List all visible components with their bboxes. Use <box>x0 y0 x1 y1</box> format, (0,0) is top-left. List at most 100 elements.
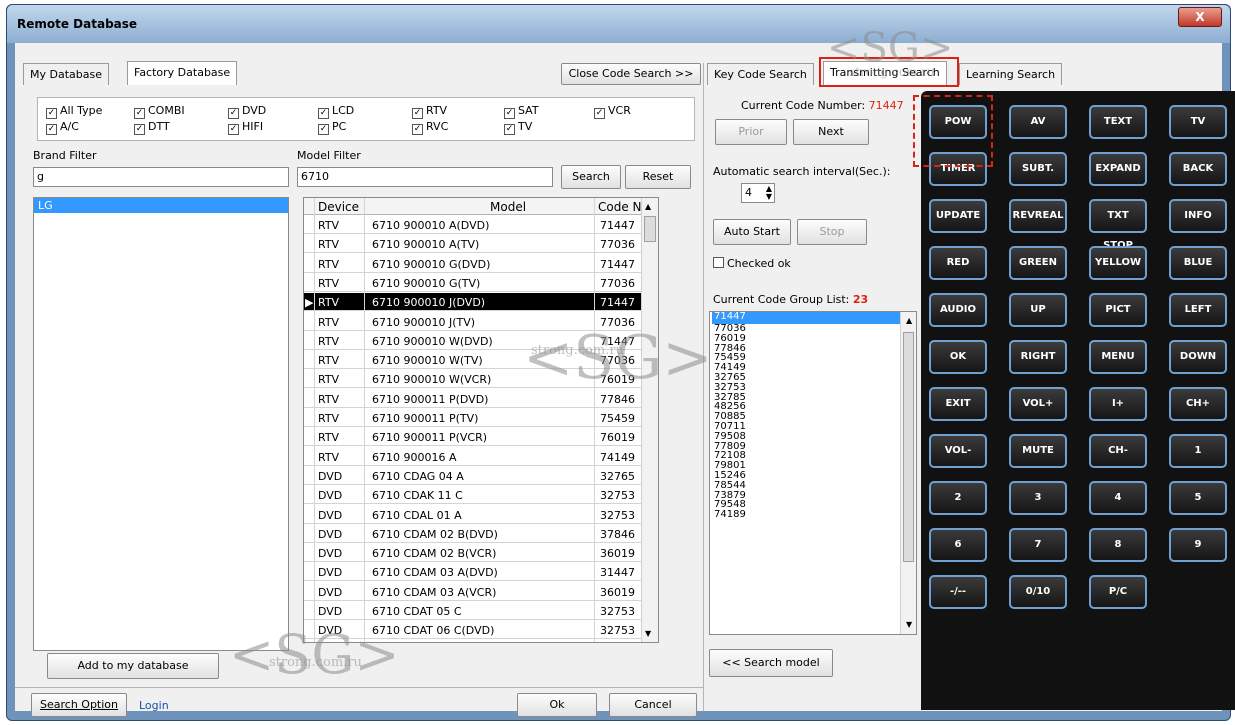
remote-key-menu[interactable]: MENU <box>1089 340 1147 374</box>
remote-key-9[interactable]: 9 <box>1169 528 1227 562</box>
auto-start-button[interactable]: Auto Start <box>713 219 791 245</box>
table-row[interactable]: RTV 6710 900010 A(TV) 77036 <box>304 235 658 254</box>
remote-key-5[interactable]: 5 <box>1169 481 1227 515</box>
remote-key-yellow[interactable]: YELLOW <box>1089 246 1147 280</box>
type-checkbox[interactable]: ✓ RVC <box>412 120 448 135</box>
remote-key-blue[interactable]: BLUE <box>1169 246 1227 280</box>
table-row[interactable]: DVD 6710 CDAL 01 A 32753 <box>304 506 658 524</box>
type-checkbox[interactable]: ✓ DVD <box>228 104 266 119</box>
tab-factory-database[interactable]: Factory Database <box>127 61 238 85</box>
search-button[interactable]: Search <box>561 165 621 189</box>
table-row[interactable]: DVD 6710 CDAM 03 A(DVD) 31447 <box>304 563 658 582</box>
model-filter-input[interactable]: 6710 <box>297 167 553 187</box>
prior-button[interactable]: Prior <box>715 119 787 145</box>
remote-key-4[interactable]: 4 <box>1089 481 1147 515</box>
remote-key-down[interactable]: DOWN <box>1169 340 1227 374</box>
remote-key-av[interactable]: AV <box>1009 105 1067 139</box>
scroll-down-icon[interactable]: ▼ <box>645 629 651 638</box>
remote-key-right[interactable]: RIGHT <box>1009 340 1067 374</box>
add-to-my-database-button[interactable]: Add to my database <box>47 653 219 679</box>
table-row[interactable]: RTV 6710 900011 P(TV) 75459 <box>304 409 658 427</box>
search-option-button[interactable]: Search Option <box>31 693 127 717</box>
table-row[interactable]: RTV 6710 900016 A 74149 <box>304 448 658 466</box>
login-link[interactable]: Login <box>139 699 169 712</box>
code-list-scrollbar[interactable]: ▲ ▼ <box>900 312 916 634</box>
remote-key-3[interactable]: 3 <box>1009 481 1067 515</box>
column-header-model[interactable]: Model <box>490 200 526 214</box>
remote-key-revreal[interactable]: REVREAL <box>1009 199 1067 233</box>
table-row[interactable]: DVD 6710 CDAK 11 C 32753 <box>304 486 658 505</box>
remote-key-info[interactable]: INFO <box>1169 199 1227 233</box>
type-checkbox[interactable]: ✓ LCD <box>318 104 354 119</box>
remote-key-6[interactable]: 6 <box>929 528 987 562</box>
close-button[interactable]: X <box>1178 7 1222 27</box>
remote-key-subt-[interactable]: SUBT. <box>1009 152 1067 186</box>
stop-button[interactable]: Stop <box>797 219 867 245</box>
remote-key-8[interactable]: 8 <box>1089 528 1147 562</box>
tab-learning-search[interactable]: Learning Search <box>959 63 1063 85</box>
table-row[interactable]: DVD 6710 CDAM 02 B(DVD) 37846 <box>304 525 658 543</box>
model-table[interactable]: Device Model Code NO RTV 6710 900010 A(DV… <box>303 197 659 643</box>
remote-key--[interactable]: -/-- <box>929 575 987 609</box>
table-row[interactable]: ▶ RTV 6710 900010 J(DVD) 71447 <box>304 293 658 312</box>
table-scrollbar[interactable]: ▲ ▼ <box>641 198 658 642</box>
type-checkbox[interactable]: ✓ All Type <box>46 104 102 119</box>
code-list-item[interactable]: 74189 <box>712 510 916 520</box>
remote-key-p-c[interactable]: P/C <box>1089 575 1147 609</box>
remote-key-pict[interactable]: PICT <box>1089 293 1147 327</box>
scrollbar-thumb[interactable] <box>644 216 656 242</box>
scroll-up-icon[interactable]: ▲ <box>645 202 651 211</box>
close-code-search-button[interactable]: Close Code Search >> <box>561 63 701 85</box>
type-checkbox[interactable]: ✓ PC <box>318 120 346 135</box>
table-row[interactable]: DVD 6710 CDAM 02 B(VCR) 36019 <box>304 544 658 563</box>
remote-key-text[interactable]: TEXT <box>1089 105 1147 139</box>
code-group-list[interactable]: 71447 77036 76019 77846 75459 74149 32765 32753… <box>709 311 917 635</box>
type-checkbox[interactable]: ✓ COMBI <box>134 104 185 119</box>
remote-key-vol-[interactable]: VOL- <box>929 434 987 468</box>
remote-key-1[interactable]: 1 <box>1169 434 1227 468</box>
brand-list-item[interactable]: LG <box>34 198 288 213</box>
remote-key-update[interactable]: UPDATE <box>929 199 987 233</box>
scrollbar-thumb[interactable] <box>903 332 914 562</box>
column-header-code[interactable]: Code NO <box>598 200 644 214</box>
reset-button[interactable]: Reset <box>625 165 691 189</box>
table-row[interactable]: RTV 6710 900010 A(DVD) 71447 <box>304 216 658 234</box>
remote-key-0-10[interactable]: 0/10 <box>1009 575 1067 609</box>
type-checkbox[interactable]: ✓ TV <box>504 120 532 135</box>
type-checkbox[interactable]: ✓ DTT <box>134 120 170 135</box>
remote-key-left[interactable]: LEFT <box>1169 293 1227 327</box>
ok-button[interactable]: Ok <box>517 693 597 717</box>
remote-key-exit[interactable]: EXIT <box>929 387 987 421</box>
type-checkbox[interactable]: ✓ A/C <box>46 120 79 135</box>
remote-key-red[interactable]: RED <box>929 246 987 280</box>
remote-key-ch-[interactable]: CH- <box>1089 434 1147 468</box>
type-checkbox[interactable]: ✓ VCR <box>594 104 631 119</box>
table-row[interactable]: DVD 6710 CDAM 03 A(VCR) 36019 <box>304 583 658 601</box>
brand-filter-input[interactable]: g <box>33 167 289 187</box>
remote-key-ch-[interactable]: CH+ <box>1169 387 1227 421</box>
interval-spinner[interactable]: 4 ▲ ▼ <box>741 183 775 203</box>
remote-key-audio[interactable]: AUDIO <box>929 293 987 327</box>
spinner-arrows-icon[interactable]: ▲ ▼ <box>766 185 772 201</box>
type-checkbox[interactable]: ✓ RTV <box>412 104 447 119</box>
next-button[interactable]: Next <box>793 119 869 145</box>
cancel-button[interactable]: Cancel <box>609 693 697 717</box>
table-row[interactable]: RTV 6710 900010 G(DVD) 71447 <box>304 255 658 273</box>
remote-key-up[interactable]: UP <box>1009 293 1067 327</box>
remote-key-txt-stop[interactable]: TXT STOP <box>1089 199 1147 251</box>
type-checkbox[interactable]: ✓ HIFI <box>228 120 263 135</box>
type-checkbox[interactable]: ✓ SAT <box>504 104 539 119</box>
column-header-device[interactable]: Device <box>318 200 359 214</box>
tab-key-code-search[interactable]: Key Code Search <box>707 63 814 85</box>
table-row[interactable]: RTV 6710 900011 P(VCR) 76019 <box>304 428 658 447</box>
scroll-down-icon[interactable]: ▼ <box>904 620 912 630</box>
remote-key-tv[interactable]: TV <box>1169 105 1227 139</box>
tab-my-database[interactable]: My Database <box>23 63 109 85</box>
remote-key-back[interactable]: BACK <box>1169 152 1227 186</box>
brand-list[interactable]: LG <box>33 197 289 651</box>
remote-key-i-[interactable]: I+ <box>1089 387 1147 421</box>
search-model-button[interactable]: << Search model <box>709 649 833 677</box>
checked-ok-checkbox[interactable]: Checked ok <box>713 257 791 270</box>
scroll-up-icon[interactable]: ▲ <box>904 316 912 326</box>
table-row[interactable]: DVD 6710 CDAG 04 A 32765 <box>304 467 658 485</box>
